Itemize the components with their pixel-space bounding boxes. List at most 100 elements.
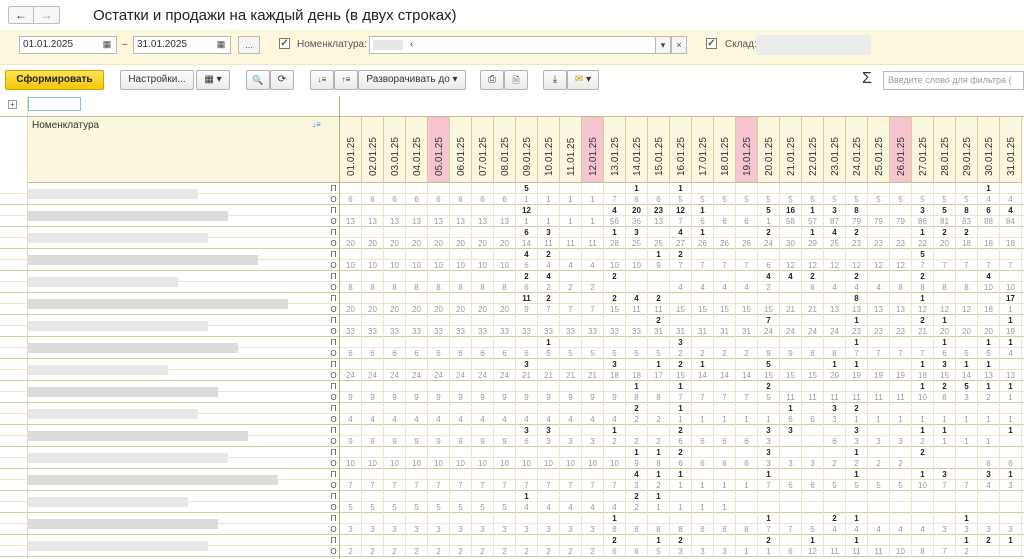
value-cell[interactable]: [582, 469, 604, 480]
value-cell[interactable]: 5: [956, 381, 978, 392]
value-cell[interactable]: [340, 359, 362, 370]
value-cell[interactable]: 8: [626, 392, 648, 403]
preview-button[interactable]: 🗎: [504, 70, 528, 90]
date-header-cell[interactable]: 23.01.25: [824, 117, 846, 183]
value-cell[interactable]: 7: [934, 546, 956, 557]
value-cell[interactable]: 24: [758, 326, 780, 337]
value-cell[interactable]: 24: [384, 370, 406, 381]
value-cell[interactable]: 1: [978, 337, 1000, 348]
value-cell[interactable]: [450, 183, 472, 194]
nomenclature-dropdown-icon[interactable]: ▾: [655, 36, 671, 54]
value-cell[interactable]: 3: [582, 524, 604, 535]
value-cell[interactable]: [472, 315, 494, 326]
value-cell[interactable]: 5: [758, 194, 780, 205]
value-cell[interactable]: 11: [846, 392, 868, 403]
value-cell[interactable]: 2: [538, 546, 560, 557]
value-cell[interactable]: [626, 535, 648, 546]
value-cell[interactable]: 8: [604, 524, 626, 535]
value-cell[interactable]: [780, 183, 802, 194]
value-cell[interactable]: [1000, 436, 1022, 447]
value-cell[interactable]: 6: [516, 282, 538, 293]
value-cell[interactable]: 2: [758, 535, 780, 546]
value-cell[interactable]: 10: [472, 260, 494, 271]
value-cell[interactable]: 9: [406, 436, 428, 447]
value-cell[interactable]: 1: [538, 216, 560, 227]
forward-button[interactable]: →: [34, 6, 60, 24]
value-cell[interactable]: 20: [494, 238, 516, 249]
value-cell[interactable]: 7: [406, 480, 428, 491]
value-cell[interactable]: [604, 491, 626, 502]
value-cell[interactable]: [978, 227, 1000, 238]
value-cell[interactable]: 20: [824, 370, 846, 381]
value-cell[interactable]: 10: [912, 480, 934, 491]
value-cell[interactable]: [1000, 271, 1022, 282]
value-cell[interactable]: [692, 425, 714, 436]
value-cell[interactable]: 4: [912, 524, 934, 535]
value-cell[interactable]: 1: [648, 249, 670, 260]
value-cell[interactable]: [384, 271, 406, 282]
value-cell[interactable]: 24: [406, 370, 428, 381]
value-cell[interactable]: 1: [670, 502, 692, 513]
value-cell[interactable]: 2: [692, 348, 714, 359]
value-cell[interactable]: 24: [428, 370, 450, 381]
value-cell[interactable]: [846, 491, 868, 502]
value-cell[interactable]: [428, 491, 450, 502]
value-cell[interactable]: [868, 337, 890, 348]
table-row[interactable]: О 33 33 33 33 33 33 33 33 33 33 33 33 33 33 31 31 31 31 31 2…: [0, 326, 1024, 337]
value-cell[interactable]: [406, 513, 428, 524]
value-cell[interactable]: [714, 315, 736, 326]
value-cell[interactable]: 1: [912, 381, 934, 392]
value-cell[interactable]: [450, 513, 472, 524]
value-cell[interactable]: [384, 227, 406, 238]
value-cell[interactable]: [890, 183, 912, 194]
value-cell[interactable]: [736, 249, 758, 260]
value-cell[interactable]: 10: [604, 260, 626, 271]
value-cell[interactable]: 19: [846, 370, 868, 381]
value-cell[interactable]: 1: [890, 414, 912, 425]
table-row[interactable]: О 20 20 20 20 20 20 20 20 14 11 11 11 28 25 25 27 26 26 26 2…: [0, 238, 1024, 249]
value-cell[interactable]: 2: [912, 447, 934, 458]
value-cell[interactable]: [340, 403, 362, 414]
value-cell[interactable]: 9: [648, 260, 670, 271]
value-cell[interactable]: 4: [494, 414, 516, 425]
value-cell[interactable]: [406, 535, 428, 546]
value-cell[interactable]: [714, 447, 736, 458]
value-cell[interactable]: 3: [846, 425, 868, 436]
value-cell[interactable]: [450, 447, 472, 458]
value-cell[interactable]: 1: [978, 381, 1000, 392]
value-cell[interactable]: [802, 337, 824, 348]
value-cell[interactable]: [868, 183, 890, 194]
value-cell[interactable]: 1: [956, 513, 978, 524]
value-cell[interactable]: 31: [670, 326, 692, 337]
value-cell[interactable]: 2: [934, 227, 956, 238]
value-cell[interactable]: 9: [450, 392, 472, 403]
value-cell[interactable]: 2: [450, 546, 472, 557]
value-cell[interactable]: 5: [934, 205, 956, 216]
value-cell[interactable]: 3: [934, 524, 956, 535]
value-cell[interactable]: [802, 249, 824, 260]
value-cell[interactable]: 13: [1000, 370, 1022, 381]
value-cell[interactable]: [384, 359, 406, 370]
value-cell[interactable]: 21: [538, 370, 560, 381]
value-cell[interactable]: 6: [670, 458, 692, 469]
value-cell[interactable]: 31: [648, 326, 670, 337]
value-cell[interactable]: 1: [934, 337, 956, 348]
value-cell[interactable]: 20: [450, 238, 472, 249]
value-cell[interactable]: 2: [956, 227, 978, 238]
value-cell[interactable]: 6: [802, 282, 824, 293]
value-cell[interactable]: 7: [472, 480, 494, 491]
value-cell[interactable]: [582, 183, 604, 194]
value-cell[interactable]: [384, 293, 406, 304]
value-cell[interactable]: 15: [934, 370, 956, 381]
value-cell[interactable]: 10: [912, 392, 934, 403]
date-header-cell[interactable]: 02.01.25: [362, 117, 384, 183]
value-cell[interactable]: 5: [384, 502, 406, 513]
value-cell[interactable]: [384, 315, 406, 326]
value-cell[interactable]: 3: [912, 205, 934, 216]
value-cell[interactable]: 2: [626, 436, 648, 447]
send-email-button[interactable]: ✉ ▾: [567, 70, 599, 90]
value-cell[interactable]: 4: [890, 524, 912, 535]
value-cell[interactable]: 25: [824, 238, 846, 249]
table-row[interactable]: П5111: [0, 183, 1024, 199]
value-cell[interactable]: 33: [450, 326, 472, 337]
